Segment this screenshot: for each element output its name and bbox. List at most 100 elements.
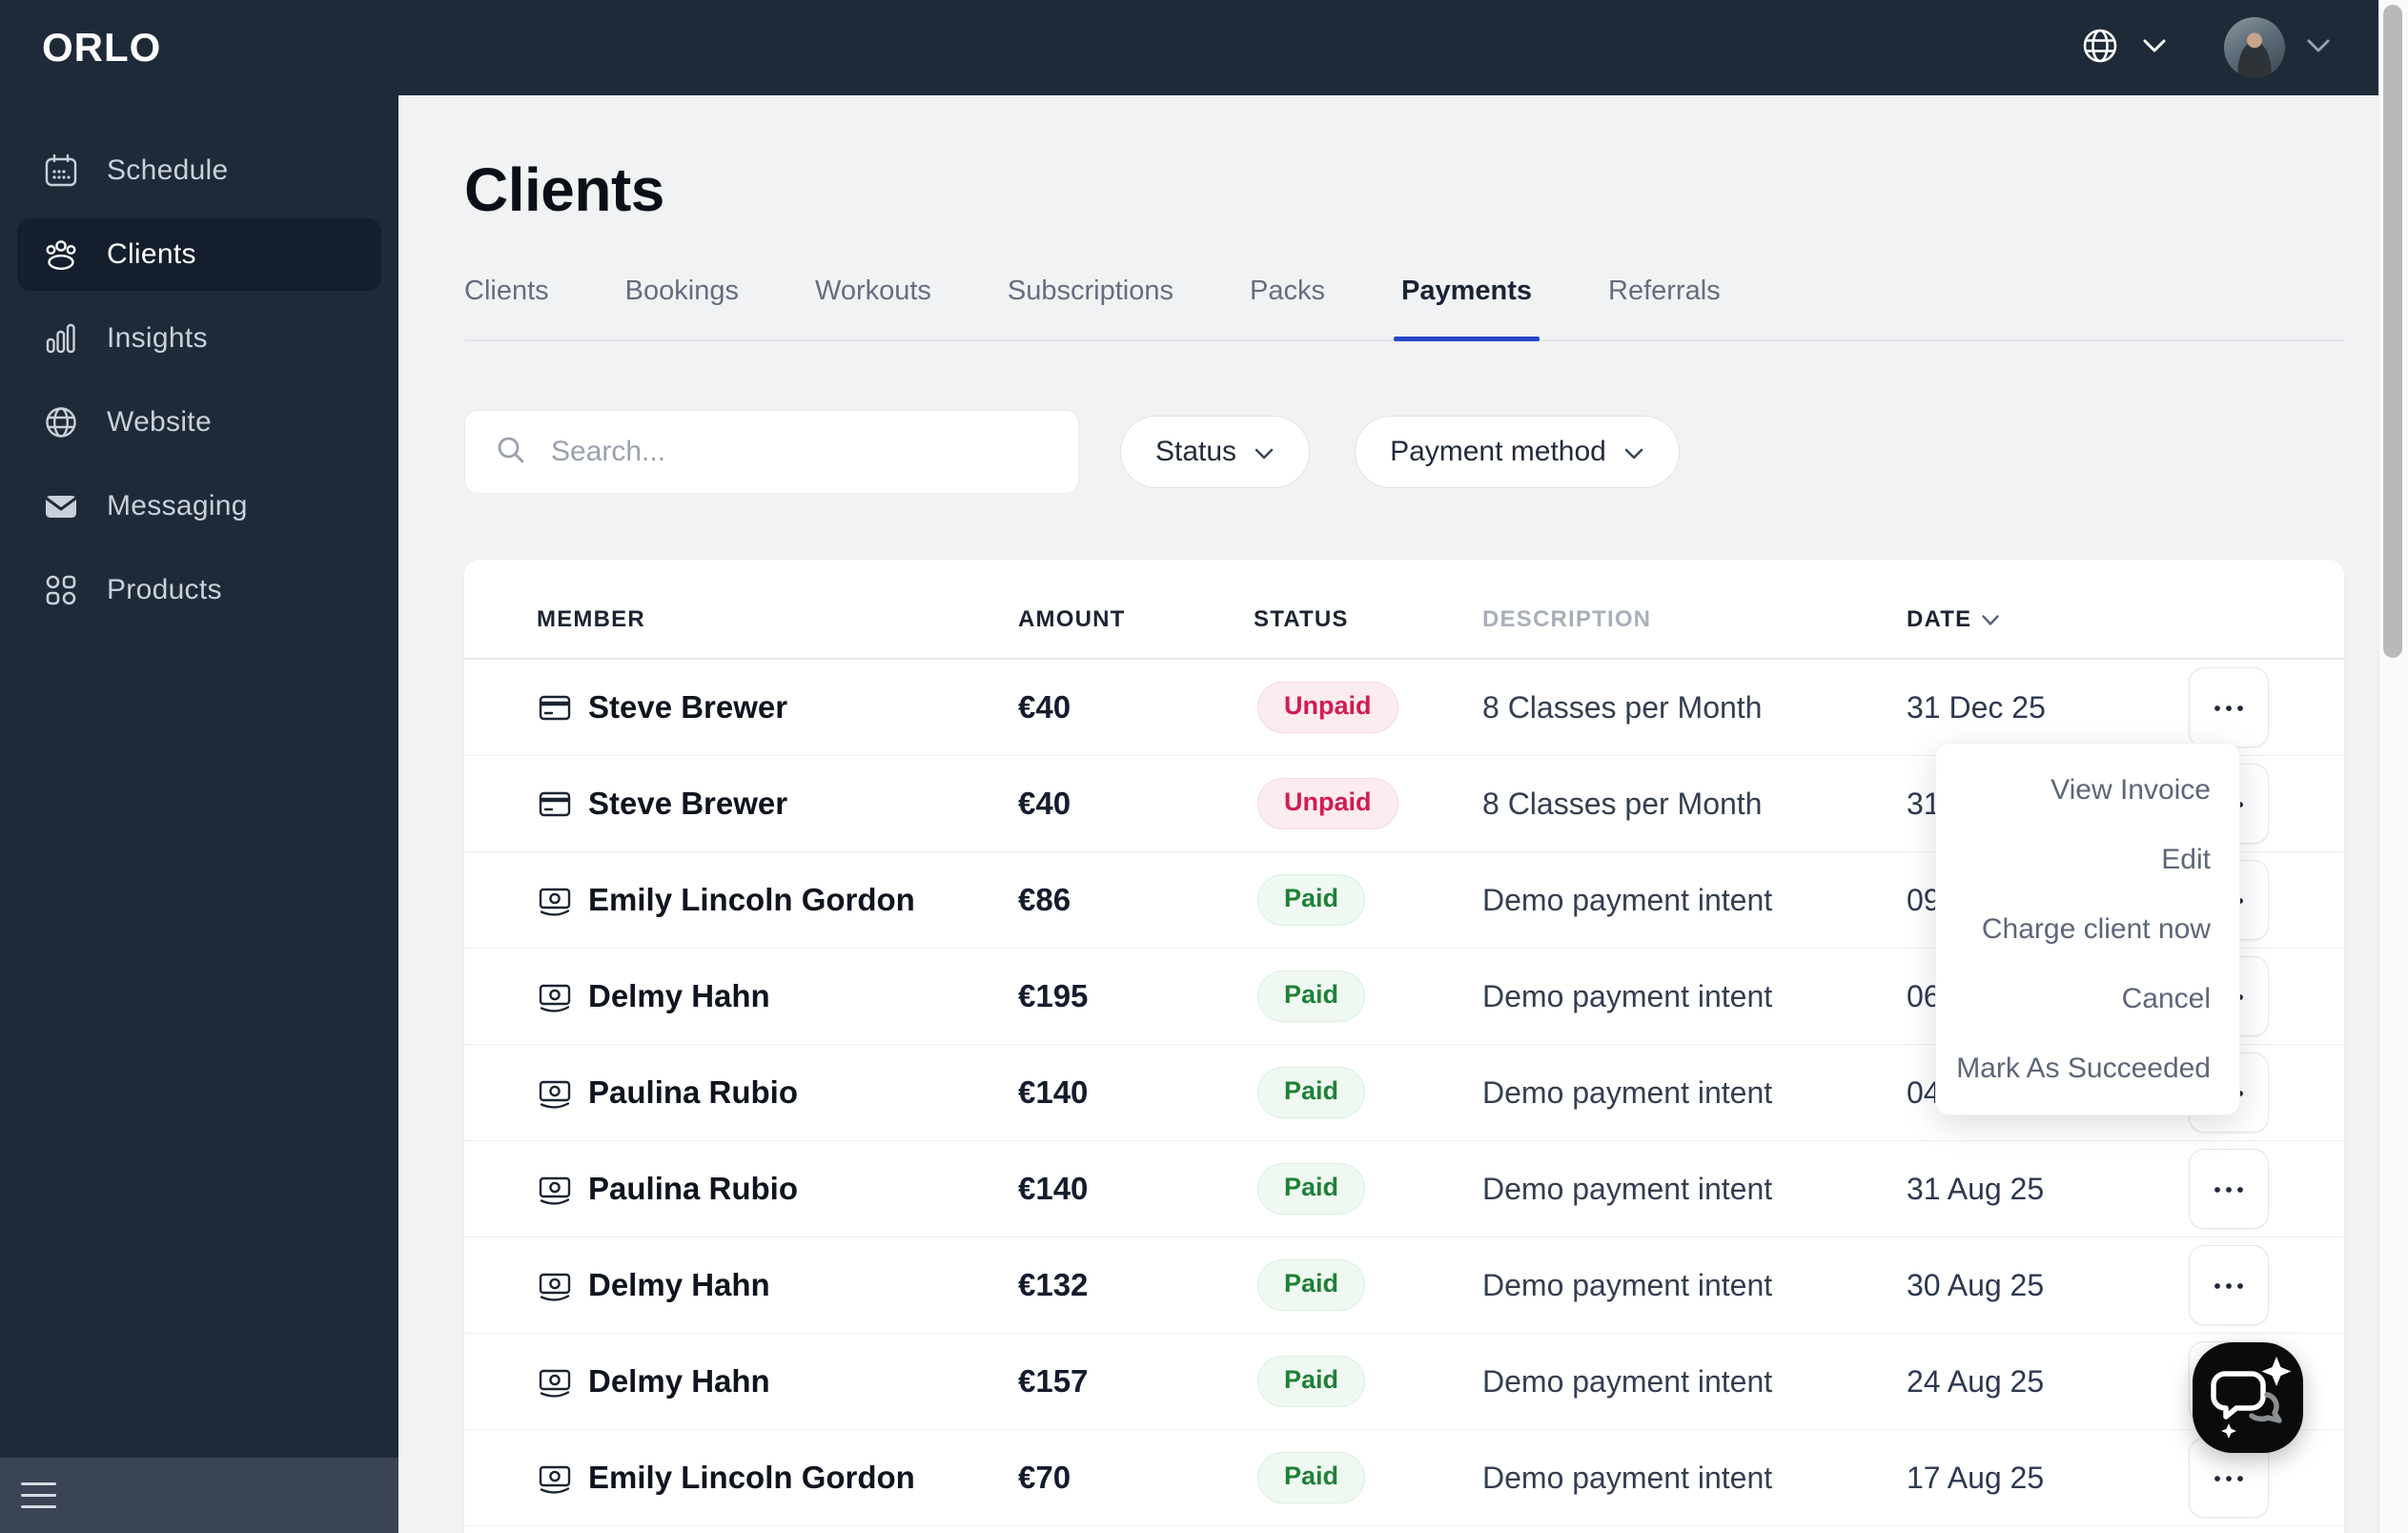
column-header-amount: AMOUNT (1018, 606, 1254, 633)
chevron-down-icon (2306, 38, 2331, 58)
payment-amount: €140 (1018, 1074, 1089, 1110)
scrollbar[interactable] (2378, 0, 2408, 1533)
credit-card-icon (537, 786, 573, 822)
topbar-right (2079, 17, 2331, 78)
payment-date: 31 Aug 25 (1907, 1171, 2045, 1206)
sidebar-item-website[interactable]: Website (17, 386, 381, 459)
payment-date: 17 Aug 25 (1907, 1460, 2045, 1495)
status-badge: Paid (1257, 1067, 1366, 1118)
tab-clients[interactable]: Clients (464, 275, 549, 339)
sidebar-item-label: Messaging (107, 490, 248, 521)
payment-description: Demo payment intent (1482, 1363, 1773, 1399)
payment-date: 31 Dec 25 (1907, 689, 2046, 725)
member-name: Delmy Hahn (588, 1267, 770, 1302)
payment-date: 24 Aug 25 (1907, 1363, 2045, 1399)
sidebar-item-schedule[interactable]: Schedule (17, 134, 381, 207)
payment-amount: €40 (1018, 689, 1071, 725)
account-menu[interactable] (2224, 17, 2331, 78)
row-actions-button[interactable] (2189, 667, 2269, 747)
payment-description: Demo payment intent (1482, 882, 1773, 917)
language-switcher[interactable] (2079, 25, 2167, 72)
search-input[interactable] (549, 435, 1050, 469)
menu-item-view-invoice[interactable]: View Invoice (1936, 755, 2239, 825)
calendar-icon (42, 152, 80, 190)
payment-amount: €140 (1018, 1171, 1089, 1206)
payment-amount: €195 (1018, 978, 1089, 1013)
ellipsis-icon (2214, 701, 2244, 715)
member-name: Emily Lincoln Gordon (588, 1460, 915, 1495)
globe-icon (42, 403, 80, 441)
banknote-icon (537, 1363, 573, 1400)
menu-item-charge-client-now[interactable]: Charge client now (1936, 894, 2239, 964)
credit-card-icon (537, 689, 573, 726)
banknote-icon (537, 1171, 573, 1207)
chat-widget-button[interactable] (2193, 1342, 2303, 1453)
tab-workouts[interactable]: Workouts (815, 275, 931, 339)
status-badge: Paid (1257, 874, 1366, 926)
banknote-icon (537, 882, 573, 918)
ellipsis-icon (2214, 1278, 2244, 1293)
status-filter-button[interactable]: Status (1120, 416, 1311, 488)
payment-description: 8 Classes per Month (1482, 786, 1763, 821)
payment-description: Demo payment intent (1482, 978, 1773, 1013)
member-name: Steve Brewer (588, 786, 788, 821)
hamburger-menu-icon[interactable] (21, 1482, 56, 1508)
tab-subscriptions[interactable]: Subscriptions (1008, 275, 1173, 339)
banknote-icon (537, 1460, 573, 1496)
table-header: MEMBER AMOUNT STATUS DESCRIPTION DATE (464, 560, 2344, 660)
tab-packs[interactable]: Packs (1250, 275, 1325, 339)
tab-bookings[interactable]: Bookings (625, 275, 739, 339)
tab-payments[interactable]: Payments (1393, 275, 1541, 341)
row-actions-button[interactable] (2189, 1149, 2269, 1229)
table-row: Delmy Hahn €157 Paid Demo payment intent… (464, 1334, 2344, 1430)
payment-method-filter-button[interactable]: Payment method (1355, 416, 1680, 488)
status-badge: Unpaid (1257, 778, 1398, 829)
column-header-description: DESCRIPTION (1482, 606, 1907, 633)
member-name: Steve Brewer (588, 689, 788, 725)
member-name: Paulina Rubio (588, 1171, 799, 1206)
payment-description: Demo payment intent (1482, 1074, 1773, 1110)
column-header-date[interactable]: DATE (1907, 606, 2269, 633)
globe-icon (2079, 25, 2121, 72)
scrollbar-thumb[interactable] (2383, 5, 2402, 658)
status-badge: Paid (1257, 971, 1366, 1022)
page-title: Clients (464, 155, 664, 224)
banknote-icon (537, 978, 573, 1014)
sidebar-item-label: Clients (107, 238, 196, 270)
tab-bar: Clients Bookings Workouts Subscriptions Pack… (464, 267, 2344, 341)
grid-icon (42, 571, 80, 609)
status-badge: Unpaid (1257, 682, 1398, 733)
member-name: Delmy Hahn (588, 1363, 770, 1399)
banknote-icon (537, 1267, 573, 1303)
sidebar-item-label: Website (107, 406, 212, 438)
member-name: Emily Lincoln Gordon (588, 882, 915, 917)
column-header-label: STATUS (1254, 606, 1349, 632)
sidebar-item-clients[interactable]: Clients (17, 218, 381, 291)
sidebar-item-messaging[interactable]: Messaging (17, 470, 381, 542)
menu-item-edit[interactable]: Edit (1936, 825, 2239, 894)
payment-amount: €70 (1018, 1460, 1071, 1495)
menu-item-mark-as-succeeded[interactable]: Mark As Succeeded (1936, 1033, 2239, 1103)
payment-date: 30 Aug 25 (1907, 1267, 2045, 1302)
row-actions-button[interactable] (2189, 1245, 2269, 1325)
tab-referrals[interactable]: Referrals (1608, 275, 1721, 339)
row-context-menu: View Invoice Edit Charge client now Cancel M… (1935, 743, 2240, 1115)
status-filter-label: Status (1155, 436, 1237, 467)
ellipsis-icon (2214, 1182, 2244, 1196)
menu-item-cancel[interactable]: Cancel (1936, 964, 2239, 1033)
payment-amount: €86 (1018, 882, 1071, 917)
sort-chevron-down-icon (1981, 606, 2000, 633)
chevron-down-icon (2142, 38, 2167, 58)
users-icon (42, 235, 80, 274)
sidebar: Schedule Clients Insights Website Messaging P… (0, 0, 398, 1533)
sidebar-nav: Schedule Clients Insights Website Messaging P… (0, 134, 398, 626)
payment-method-filter-label: Payment method (1390, 436, 1606, 467)
table-row: Paulina Rubio €140 Paid Demo payment int… (464, 1141, 2344, 1237)
sidebar-item-insights[interactable]: Insights (17, 302, 381, 375)
sidebar-item-products[interactable]: Products (17, 554, 381, 626)
filters-row: Status Payment method (464, 410, 2344, 494)
search-input-wrapper (464, 410, 1079, 494)
payment-amount: €40 (1018, 786, 1071, 821)
status-badge: Paid (1257, 1356, 1366, 1407)
payment-description: Demo payment intent (1482, 1171, 1773, 1206)
